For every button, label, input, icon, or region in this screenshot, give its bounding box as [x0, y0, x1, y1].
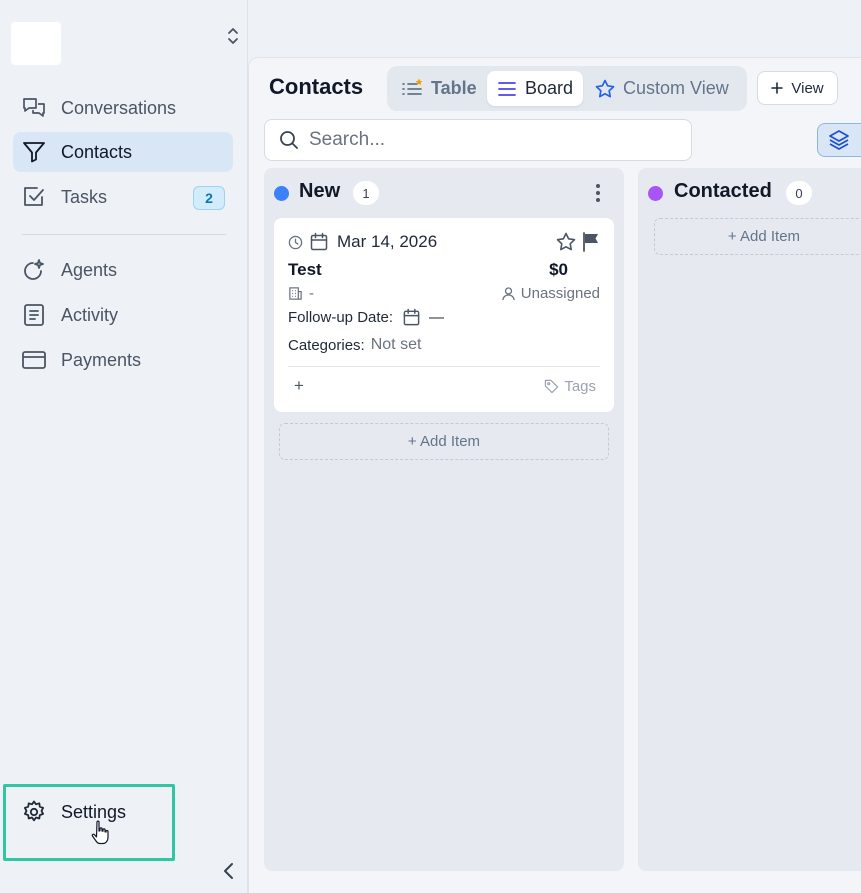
- more-vertical-icon[interactable]: [590, 182, 606, 204]
- sidebar: Conversations Contacts Tasks 2 Agents Ac…: [0, 0, 248, 893]
- add-view-button[interactable]: View: [757, 71, 838, 105]
- card-divider: [288, 366, 600, 367]
- tab-label: Table: [431, 78, 477, 98]
- search-box: [264, 119, 692, 161]
- plus-icon: [771, 82, 784, 94]
- sidebar-item-label: Payments: [61, 349, 142, 370]
- card-date: Mar 14, 2026: [337, 232, 438, 251]
- tag-icon: [544, 379, 559, 394]
- search-input[interactable]: [309, 129, 669, 151]
- sidebar-item-tasks[interactable]: Tasks 2: [13, 177, 233, 217]
- workspace-logo[interactable]: [11, 22, 61, 65]
- column-title: New: [299, 180, 341, 202]
- add-item-button[interactable]: + Add Item: [654, 218, 861, 255]
- add-view-label: View: [791, 79, 824, 97]
- gear-icon: [21, 799, 47, 825]
- user-icon: [502, 286, 515, 301]
- add-item-button[interactable]: + Add Item: [279, 423, 609, 460]
- sidebar-item-label: Conversations: [61, 97, 177, 118]
- status-dot: [274, 186, 289, 201]
- followup-label: Follow-up Date:: [288, 309, 394, 326]
- checkbox-icon: [21, 184, 47, 210]
- tab-label: Board: [525, 78, 574, 98]
- followup-value: —: [429, 309, 445, 326]
- column-count-badge: 1: [353, 181, 379, 205]
- tab-table[interactable]: Table: [391, 71, 487, 106]
- sidebar-item-agents[interactable]: Agents: [13, 250, 233, 290]
- sidebar-divider: [22, 234, 226, 235]
- chat-bubbles-icon: [21, 95, 47, 121]
- card-amount: $0: [549, 260, 568, 279]
- column-count-badge: 0: [786, 181, 812, 205]
- tags-button[interactable]: Tags: [544, 378, 596, 395]
- column-title: Contacted: [674, 180, 772, 202]
- tab-board[interactable]: Board: [487, 71, 583, 106]
- star-outline-icon[interactable]: [556, 232, 576, 252]
- sidebar-item-label: Contacts: [61, 141, 133, 162]
- calendar-icon: [309, 232, 329, 252]
- board-column-contacted: Contacted 0 + Add Item: [638, 168, 861, 871]
- card-assignee[interactable]: Unassigned: [521, 285, 600, 302]
- tasks-count-badge: 2: [193, 186, 225, 210]
- layers-toggle-button[interactable]: [817, 123, 861, 157]
- clock-icon: [288, 235, 303, 250]
- view-tabs: Table Board Custom View: [387, 66, 747, 111]
- sidebar-item-contacts[interactable]: Contacts: [13, 132, 233, 172]
- flag-icon[interactable]: [582, 232, 600, 252]
- status-dot: [648, 186, 663, 201]
- star-outline-icon: [595, 79, 623, 99]
- contact-card[interactable]: Mar 14, 2026 Test $0 - Unassigned Follow…: [274, 218, 614, 412]
- sidebar-item-label: Agents: [61, 259, 118, 280]
- activity-log-icon: [21, 302, 47, 328]
- search-icon: [279, 130, 299, 150]
- sidebar-item-payments[interactable]: Payments: [13, 340, 233, 380]
- add-button[interactable]: +: [294, 376, 304, 396]
- card-company: -: [309, 285, 314, 302]
- sidebar-item-label: Tasks: [61, 186, 108, 207]
- categories-value[interactable]: Not set: [371, 336, 422, 354]
- sparkle-agent-icon: [21, 257, 47, 283]
- sidebar-item-settings[interactable]: Settings: [13, 792, 163, 832]
- page-title: Contacts: [269, 74, 364, 99]
- board-lines-icon: [497, 79, 525, 99]
- card-name: Test: [288, 260, 322, 279]
- sidebar-item-label: Activity: [61, 304, 119, 325]
- sidebar-item-conversations[interactable]: Conversations: [13, 88, 233, 128]
- hand-cursor-icon: [91, 820, 111, 846]
- layers-icon: [828, 129, 850, 151]
- calendar-icon[interactable]: [402, 308, 421, 327]
- list-star-icon: [401, 77, 431, 100]
- tab-custom-view[interactable]: Custom View: [585, 71, 743, 106]
- tags-label: Tags: [564, 378, 596, 395]
- sidebar-item-activity[interactable]: Activity: [13, 295, 233, 335]
- collapse-sidebar-chevron-icon[interactable]: [219, 861, 239, 881]
- categories-label: Categories:: [288, 336, 365, 354]
- building-icon: [288, 286, 303, 301]
- credit-card-icon: [21, 347, 47, 373]
- tab-label: Custom View: [623, 78, 729, 98]
- workspace-switcher-icon[interactable]: [224, 26, 242, 46]
- filter-icon: [21, 139, 47, 165]
